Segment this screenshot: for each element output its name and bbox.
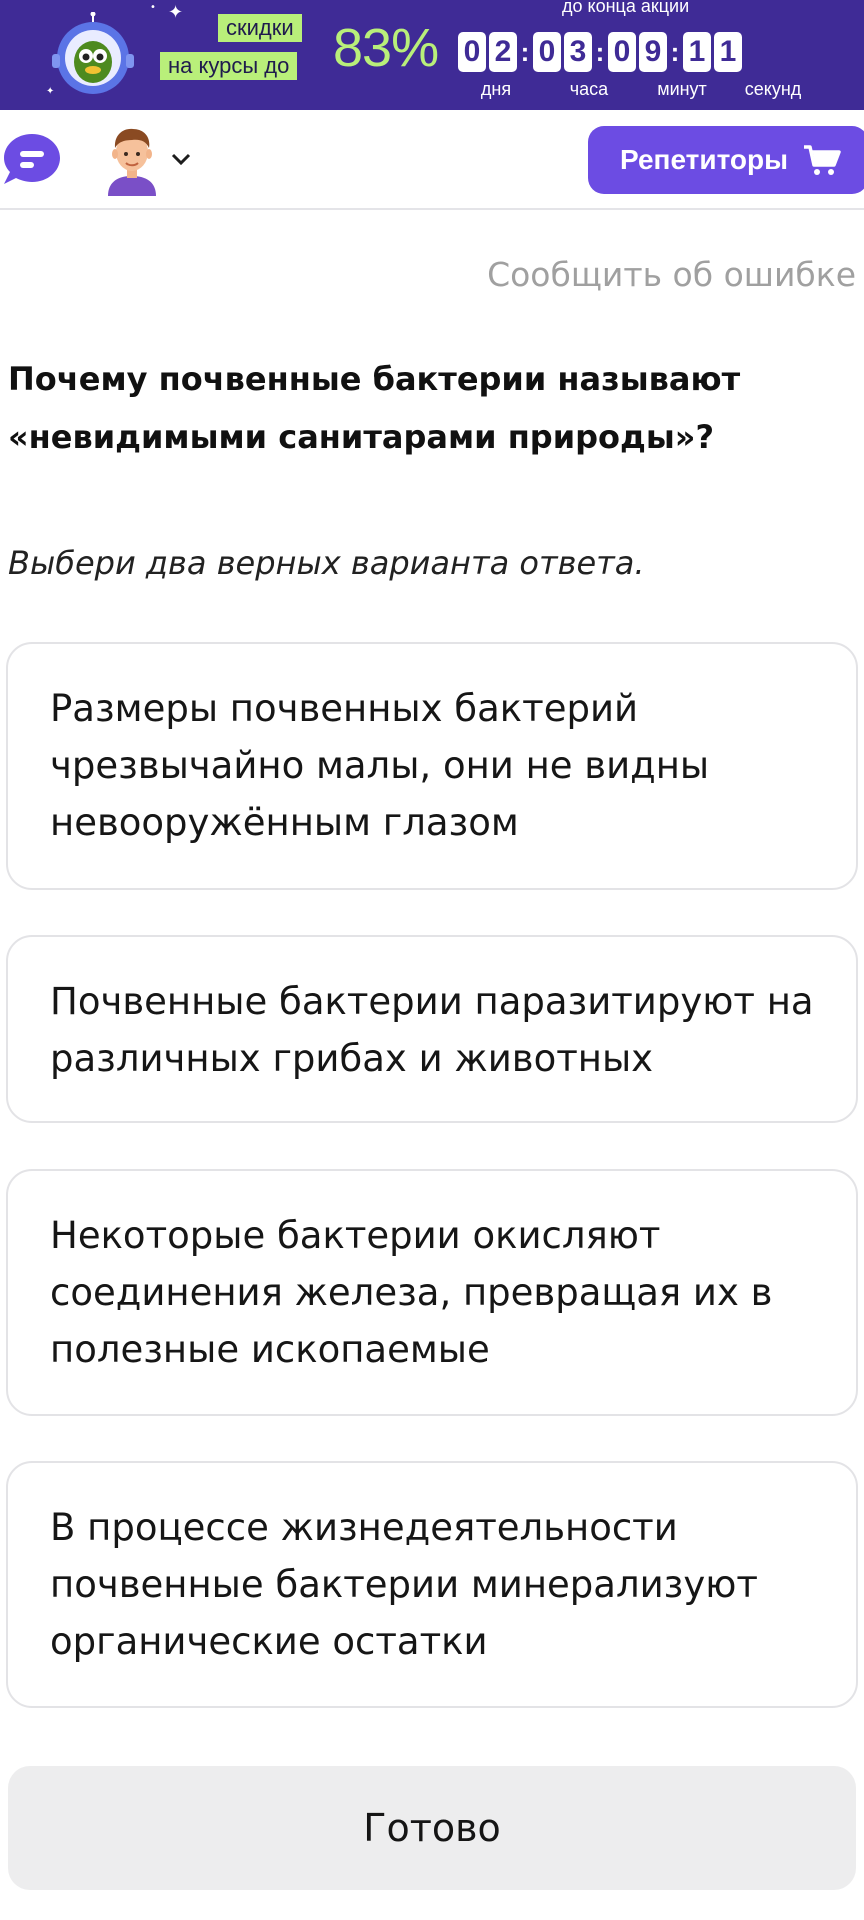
instruction-text: Выбери два верных варианта ответа. <box>8 544 645 582</box>
promo-banner[interactable]: ✦ • ✦ скидки на курсы до 83% до конца ак… <box>0 0 864 110</box>
answer-option[interactable]: Некоторые бактерии окисляют соединения ж… <box>6 1169 858 1416</box>
answer-option[interactable]: В процессе жизнедеятельности почвенные б… <box>6 1461 858 1708</box>
mascot-icon <box>52 12 134 94</box>
submit-button[interactable]: Готово <box>8 1766 856 1890</box>
top-navigation: Репетиторы <box>0 110 864 210</box>
user-avatar-icon[interactable] <box>104 124 160 196</box>
discount-percent: 83% <box>333 18 439 78</box>
countdown-unit-seconds: секунд <box>744 79 802 99</box>
sparkle-icon: ✦ <box>168 2 184 23</box>
report-error-link[interactable]: Сообщить об ошибке <box>487 254 856 296</box>
tutors-button[interactable]: Репетиторы <box>588 126 864 194</box>
countdown-digit: 9 <box>639 32 667 72</box>
countdown-digit: 0 <box>533 32 561 72</box>
countdown-digit: 2 <box>489 32 517 72</box>
countdown-separator: : <box>595 37 605 67</box>
countdown-digit: 0 <box>608 32 636 72</box>
countdown-digit: 1 <box>683 32 711 72</box>
sparkle-icon: • <box>150 2 156 13</box>
countdown-unit-minutes: минут <box>657 79 707 99</box>
answer-option[interactable]: Размеры почвенных бактерий чрезвычайно м… <box>6 642 858 890</box>
countdown-digit: 1 <box>714 32 742 72</box>
countdown-separator: : <box>670 37 680 67</box>
countdown-digit: 0 <box>458 32 486 72</box>
countdown-unit-days: дня <box>480 79 512 99</box>
countdown-digit: 3 <box>564 32 592 72</box>
chevron-down-icon[interactable] <box>170 150 192 168</box>
question-text: Почему почвенные бактерии называют «неви… <box>8 360 741 456</box>
countdown-caption: до конца акции <box>562 0 690 16</box>
countdown-timer: 0 2 : 0 3 : 0 9 : 1 1 <box>458 32 745 72</box>
discount-tag-line1: скидки <box>218 14 302 42</box>
answer-option[interactable]: Почвенные бактерии паразитируют на разли… <box>6 935 858 1123</box>
chat-bubble-icon[interactable] <box>2 132 60 186</box>
countdown-separator: : <box>520 37 530 67</box>
tutors-button-label: Репетиторы <box>620 144 789 175</box>
cart-icon <box>804 145 841 175</box>
countdown-unit-hours: часа <box>569 79 609 99</box>
discount-tag-line2: на курсы до <box>160 52 298 80</box>
